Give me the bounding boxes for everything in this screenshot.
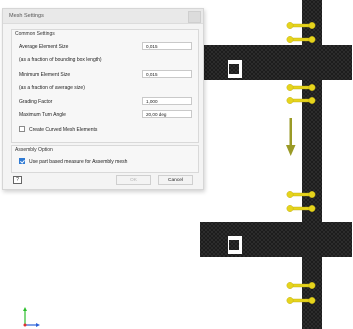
common-settings-label: Common Settings (15, 31, 55, 37)
dialog-titlebar[interactable]: Mesh Settings (3, 9, 203, 24)
close-button[interactable] (188, 11, 201, 23)
bolt (286, 84, 316, 91)
grading-factor-input[interactable]: 1,000 (142, 97, 192, 105)
average-element-size-input[interactable]: 0,015 (142, 42, 192, 50)
average-size-note: (as a fraction of bounding box length) (19, 57, 102, 63)
bolt (286, 297, 316, 304)
bolt (286, 22, 316, 29)
curved-mesh-checkbox[interactable] (19, 126, 25, 132)
bolt (286, 205, 316, 212)
mesh-settings-dialog: Mesh Settings Common Settings Average El… (2, 8, 204, 190)
average-element-size-label: Average Element Size (19, 44, 69, 50)
load-arrow (286, 118, 296, 156)
bolt (286, 97, 316, 104)
part-based-measure-label: Use part based measure for Assembly mesh (29, 159, 128, 165)
assembly-option-label: Assembly Option (15, 147, 53, 153)
curved-mesh-label: Create Curved Mesh Elements (29, 127, 98, 133)
max-turn-angle-input[interactable]: 20,00 deg (142, 110, 192, 118)
coordinate-triad-icon (23, 307, 40, 327)
part-based-measure-checkbox[interactable] (19, 158, 25, 164)
grading-factor-label: Grading Factor (19, 99, 53, 105)
upper-bracket (200, 45, 352, 80)
help-icon[interactable]: ? (13, 176, 22, 184)
minimum-element-size-input[interactable]: 0,015 (142, 70, 192, 78)
max-turn-angle-label: Maximum Turn Angle (19, 112, 66, 118)
lower-bracket (200, 222, 352, 257)
bolt (286, 282, 316, 289)
bolt (286, 191, 316, 198)
minimum-size-note: (as a fraction of average size) (19, 85, 85, 91)
cancel-button[interactable]: Cancel (158, 175, 193, 185)
dialog-title: Mesh Settings (9, 13, 44, 19)
bolt (286, 36, 316, 43)
minimum-element-size-label: Minimum Element Size (19, 72, 71, 78)
ok-button[interactable]: OK (116, 175, 151, 185)
